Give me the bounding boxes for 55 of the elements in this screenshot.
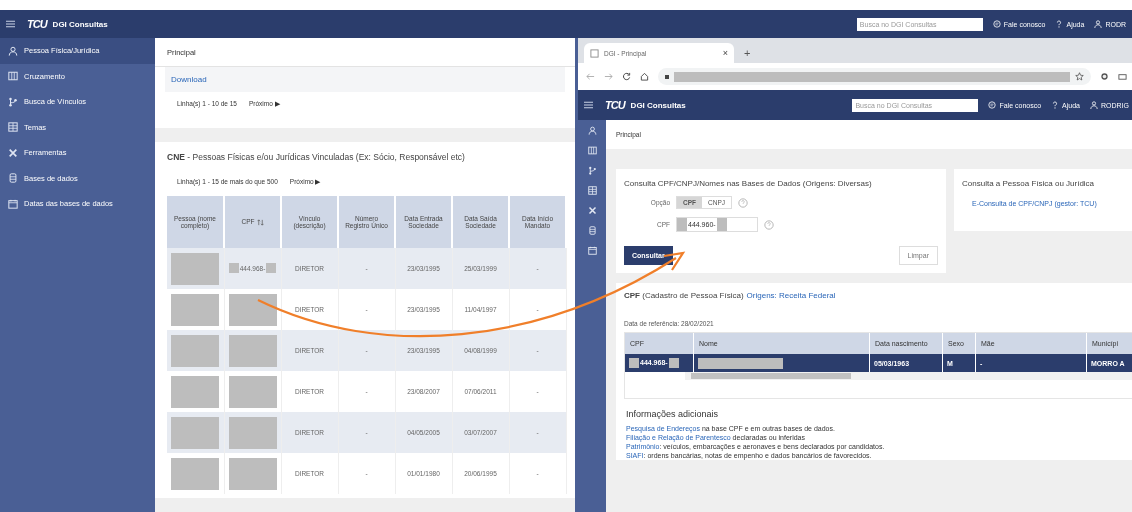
person-icon (587, 126, 597, 135)
rail-button[interactable] (587, 126, 597, 135)
section-title: CNE - Pessoas Físicas e/ou Jurídicas Vinculadas (Ex: Sócio, Responsável etc) (167, 152, 466, 162)
logo: TCU (27, 18, 47, 30)
help-icon (1051, 101, 1060, 109)
rail-button[interactable] (587, 206, 597, 215)
grid-icon (587, 186, 597, 195)
redacted-block (716, 218, 727, 231)
calendar-icon (587, 246, 597, 255)
tools-icon (8, 147, 18, 158)
tools-icon (587, 206, 597, 215)
redacted-block (228, 263, 239, 273)
app-title: DGI Consultas (630, 100, 686, 110)
user-icon (1090, 101, 1098, 109)
card-title: Consulta a Pessoa Física ou Jurídica (962, 179, 1096, 188)
redacted-block (677, 218, 687, 231)
lock-icon (665, 74, 669, 79)
database-icon (8, 173, 18, 184)
rail-button[interactable] (587, 146, 597, 155)
help-icon (1055, 20, 1064, 28)
rail-button[interactable] (587, 246, 597, 255)
reload-icon[interactable] (622, 72, 631, 81)
star-icon[interactable] (1075, 72, 1084, 81)
person-icon (8, 45, 18, 56)
home-icon[interactable] (640, 72, 649, 81)
branch-icon (8, 96, 18, 107)
section-title: Informações adicionais (626, 409, 720, 419)
card-title: Consulta CPF/CNPJ/Nomes nas Bases de Dados (Origens: Diversas) (624, 179, 873, 188)
redacted-block (266, 263, 277, 273)
menu-icon[interactable] (584, 101, 593, 109)
grid-icon (8, 122, 18, 133)
card-title: CPF (Cadastro de Pessoa Física) (624, 291, 744, 300)
rail-button[interactable] (587, 226, 597, 235)
close-button[interactable]: × (722, 48, 728, 58)
sort-icon (256, 218, 264, 226)
redacted-block (668, 357, 679, 368)
rail-button[interactable] (587, 186, 597, 195)
chat-icon (988, 101, 997, 109)
redacted-block (629, 357, 639, 368)
calendar-icon (8, 198, 18, 209)
chat-icon (992, 20, 1001, 28)
menu-icon[interactable] (6, 20, 15, 28)
app-title: DGI Consultas (52, 19, 108, 29)
branch-icon (587, 166, 597, 175)
rail-button[interactable] (587, 166, 597, 175)
new-tab-button[interactable]: + (744, 47, 751, 59)
database-icon (587, 226, 597, 235)
columns-icon (8, 71, 18, 82)
origin-link[interactable]: Origens: Receita Federal (746, 291, 836, 300)
download-link[interactable]: Download (171, 75, 207, 84)
columns-icon (587, 146, 597, 155)
page-icon (590, 48, 599, 58)
scrollbar[interactable] (685, 372, 1132, 380)
user-icon (1094, 20, 1103, 28)
logo: TCU (605, 99, 625, 111)
